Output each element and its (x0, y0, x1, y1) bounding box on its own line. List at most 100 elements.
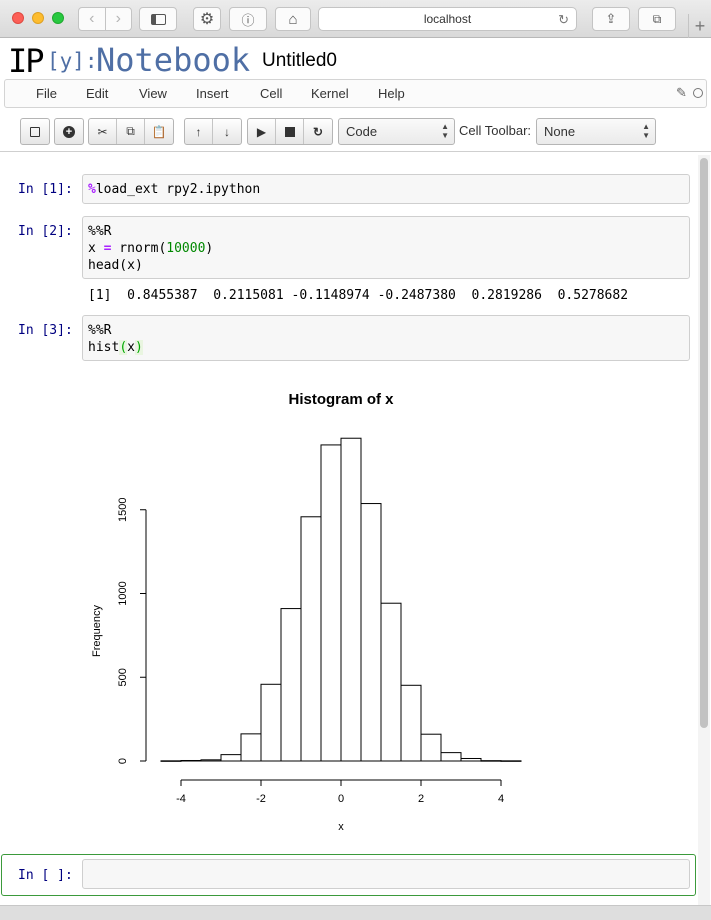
tabs-button[interactable]: ⧉ (638, 7, 676, 31)
menu-insert[interactable]: Insert (196, 86, 229, 101)
url-bar[interactable]: localhost ↻ (318, 7, 577, 31)
close-window-button[interactable] (12, 12, 24, 24)
interrupt-button[interactable] (276, 119, 304, 144)
x-tick-label: 2 (418, 793, 424, 805)
floppy-icon (30, 126, 40, 137)
paste-icon: 📋 (151, 124, 167, 139)
save-button[interactable] (21, 119, 49, 144)
histogram-bar (280, 608, 302, 762)
x-tick-label: -4 (176, 793, 186, 805)
restart-button[interactable]: ↻ (304, 119, 332, 144)
cell-type-select[interactable]: Code ▲ ▼ (338, 118, 455, 145)
histogram-bar (320, 444, 342, 762)
arrow-down-icon: ↓ (224, 124, 230, 139)
code-input[interactable]: %load_ext rpy2.ipython (82, 174, 690, 204)
histogram-bar (240, 733, 262, 762)
code-token: x (88, 241, 104, 256)
stop-icon (284, 126, 295, 137)
histogram-bar (440, 752, 462, 762)
code-input[interactable]: %%R hist(x) (82, 315, 690, 361)
histogram-bar (220, 754, 242, 762)
restart-icon: ↻ (312, 124, 324, 139)
new-tab-button[interactable]: + (688, 14, 711, 38)
menu-view[interactable]: View (139, 86, 167, 101)
code-line: head(x) (88, 258, 143, 273)
extensions-button[interactable]: ⚙ (193, 7, 221, 31)
info-button[interactable]: ⓘ (229, 7, 267, 31)
forward-icon[interactable]: › (106, 8, 132, 30)
x-tick-label: 4 (498, 793, 504, 805)
insert-group: + (54, 118, 84, 145)
share-button[interactable]: ⇪ (592, 7, 630, 31)
copy-button[interactable]: ⧉ (117, 119, 145, 144)
move-up-button[interactable]: ↑ (185, 119, 213, 144)
menu-file[interactable]: File (36, 86, 57, 101)
histogram-bar (260, 683, 282, 762)
x-tick-label: -2 (256, 793, 266, 805)
histogram-bar (420, 733, 442, 762)
nav-buttons: ‹ › (78, 7, 132, 31)
paste-button[interactable]: 📋 (145, 119, 173, 144)
menubar: File Edit View Insert Cell Kernel Help ✎ (4, 79, 707, 108)
y-tick-label: 500 (117, 668, 129, 686)
cell-prompt: In [1]: (18, 182, 73, 197)
info-icon: ⓘ (241, 12, 255, 28)
histogram-bar (200, 759, 222, 762)
y-axis-label: Frequency (91, 605, 103, 657)
back-icon[interactable]: ‹ (79, 8, 106, 30)
zoom-window-button[interactable] (52, 12, 64, 24)
move-down-button[interactable]: ↓ (213, 119, 241, 144)
histogram-bar (460, 757, 482, 762)
code-token: ) (205, 241, 214, 256)
y-tick-label: 1500 (117, 498, 129, 522)
code-text: load_ext rpy2.ipython (95, 182, 261, 197)
histogram-bar (360, 503, 382, 762)
cell-prompt: In [ ]: (18, 868, 73, 883)
gear-icon: ⚙ (199, 11, 215, 28)
scrollbar-thumb[interactable] (700, 158, 708, 728)
paren-token: ) (134, 340, 143, 355)
code-line: %%R (88, 323, 112, 338)
notebook-name[interactable]: Untitled0 (262, 50, 337, 72)
cell-prompt: In [2]: (18, 224, 73, 239)
histogram-output: Histogram of x -4 -2 0 2 4 0 500 1000 1500 x Fre… (91, 391, 522, 833)
code-input[interactable]: %%R x = rnorm(10000) head(x) (82, 216, 690, 279)
move-group: ↑ ↓ (184, 118, 242, 145)
menu-kernel[interactable]: Kernel (311, 86, 349, 101)
pencil-icon[interactable]: ✎ (676, 85, 687, 101)
histogram-bar (400, 684, 422, 762)
code-token: x (127, 340, 135, 355)
x-tick-label: 0 (338, 793, 344, 805)
insert-cell-button[interactable]: + (55, 119, 83, 144)
cell-toolbar-label: Cell Toolbar: (459, 123, 532, 138)
histogram-bar (340, 437, 362, 762)
code-line: %%R (88, 224, 112, 239)
arrow-up-icon: ↑ (195, 124, 202, 139)
cut-button[interactable]: ✂ (89, 119, 117, 144)
run-button[interactable]: ▶ (248, 119, 276, 144)
menu-edit[interactable]: Edit (86, 86, 108, 101)
cell-prompt: In [3]: (18, 323, 73, 338)
minimize-window-button[interactable] (32, 12, 44, 24)
tabs-icon: ⧉ (652, 11, 662, 26)
cell-output: [1] 0.8455387 0.2115081 -0.1148974 -0.24… (88, 288, 629, 303)
y-tick-label: 1000 (117, 581, 129, 605)
sidebar-button[interactable] (139, 7, 177, 31)
sidebar-icon (150, 13, 166, 25)
cell-toolbar-select[interactable]: None ▲ ▼ (536, 118, 656, 145)
x-axis-label: x (338, 821, 344, 833)
code-token: hist (88, 340, 120, 355)
edit-group: ✂ ⧉ 📋 (88, 118, 174, 145)
select-arrows-icon: ▲ ▼ (642, 122, 650, 140)
menu-help[interactable]: Help (378, 86, 405, 101)
run-group: ▶ ↻ (247, 118, 333, 145)
code-input[interactable] (82, 859, 690, 889)
histogram-bar (180, 759, 202, 762)
home-button[interactable]: ⌂ (275, 7, 311, 31)
menu-cell[interactable]: Cell (260, 86, 282, 101)
bottom-bar (0, 905, 711, 920)
plus-icon: + (694, 15, 706, 36)
save-group (20, 118, 50, 145)
reload-icon[interactable]: ↻ (558, 12, 569, 28)
number-token: 10000 (166, 241, 206, 256)
